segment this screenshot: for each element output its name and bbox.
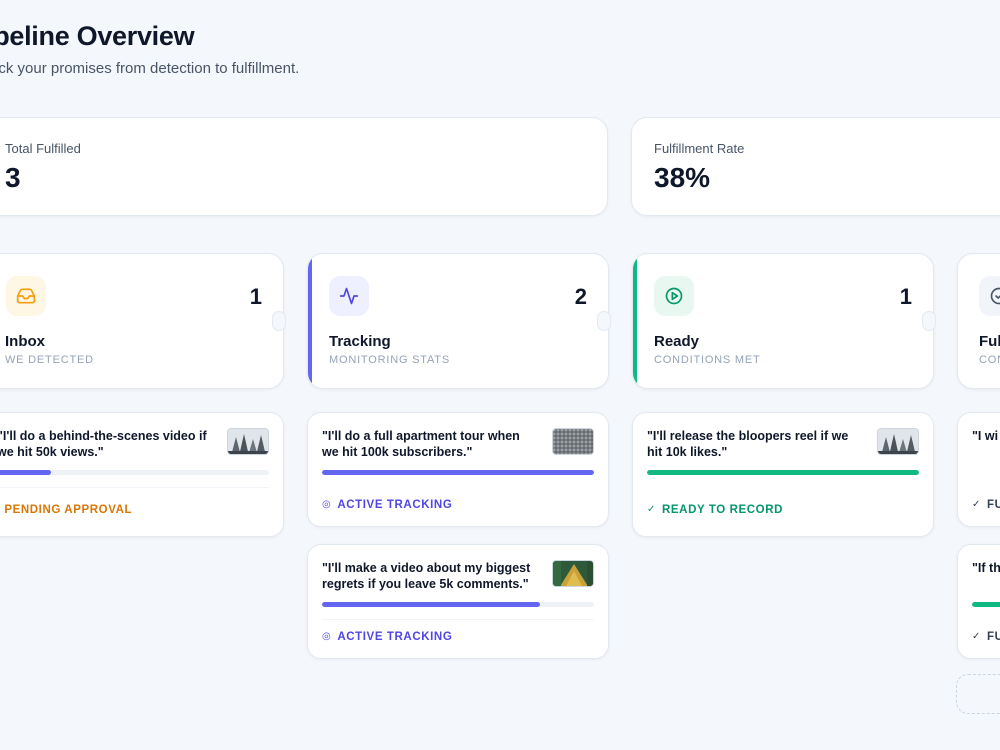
promise-card[interactable]: "I'll do a behind-the-scenes video if we… [0, 412, 284, 537]
stat-value: 38% [654, 162, 711, 193]
promise-card[interactable]: "I'll make a video about my biggest regr… [307, 544, 609, 659]
column-title: Ful [979, 333, 1000, 350]
divider [0, 487, 269, 488]
progress-fill [0, 470, 52, 475]
check-circle-icon: ✓ [647, 504, 656, 515]
status-label: READY TO RECORD [661, 504, 784, 516]
status-label: ACTIVE TRACKING [337, 499, 453, 511]
target-icon: ◎ [322, 499, 332, 510]
check-circle-icon [979, 276, 1000, 316]
status-badge: ✓ FU [972, 499, 1000, 511]
inbox-icon [6, 276, 46, 316]
stat-card-fulfillment-rate: Fulfillment Rate 38% [631, 117, 1000, 216]
add-promise-placeholder[interactable] [956, 674, 1000, 714]
column-count: 1 [249, 284, 262, 309]
activity-icon [329, 276, 369, 316]
column-subtitle: WE DETECTED [5, 354, 94, 366]
progress-bar [322, 602, 594, 607]
progress-fill [322, 470, 594, 475]
column-accent-bar [308, 254, 312, 388]
progress-bar [0, 470, 269, 475]
status-badge: ◎ ACTIVE TRACKING [322, 499, 452, 511]
column-header-tracking[interactable]: 2 Tracking MONITORING STATS [307, 253, 609, 389]
promise-card[interactable]: "If th I'll do ✓ FU [957, 544, 1000, 659]
forest-thumbnail [877, 428, 919, 455]
column-count: 1 [899, 284, 912, 309]
column-count: 2 [574, 284, 587, 309]
column-subtitle: CON [979, 354, 1000, 366]
status-badge: ◎ ACTIVE TRACKING [322, 631, 452, 643]
progress-bar [972, 602, 1000, 607]
status-badge: ✓ READY TO RECORD [647, 504, 783, 516]
column-header-fulfilled[interactable]: Ful CON [957, 253, 1000, 389]
promise-text: "I'll do a full apartment tour when we h… [322, 429, 520, 459]
column-connector [597, 311, 611, 331]
status-label: PENDING APPROVAL [4, 504, 133, 516]
column-subtitle: CONDITIONS MET [654, 354, 761, 366]
promise-card[interactable]: "I wi chall ✓ FU [957, 412, 1000, 527]
promise-text: "I'll release the bloopers reel if we hi… [647, 429, 849, 459]
promise-card[interactable]: "I'll do a full apartment tour when we h… [307, 412, 609, 527]
stat-card-total-fulfilled: Total Fulfilled 3 [0, 117, 608, 216]
promise-text: "I wi chall [972, 429, 1000, 443]
page-subtitle: ack your promises from detection to fulf… [0, 60, 300, 77]
target-icon: ◎ [322, 631, 332, 642]
column-connector [922, 311, 936, 331]
promise-card[interactable]: "I'll release the bloopers reel if we hi… [632, 412, 934, 537]
page-title: ipeline Overview [0, 21, 195, 51]
column-title: Ready [654, 333, 700, 350]
column-accent-bar [633, 254, 637, 388]
check-icon: ✓ [972, 499, 981, 510]
status-badge: ✓ FU [972, 631, 1000, 643]
column-title: Tracking [329, 333, 391, 350]
column-connector [272, 311, 286, 331]
promise-text: "I'll make a video about my biggest regr… [322, 561, 531, 591]
stat-value: 3 [5, 162, 21, 193]
progress-fill [647, 470, 919, 475]
stat-label: Fulfillment Rate [654, 141, 745, 156]
forest-thumbnail [227, 428, 269, 455]
progress-bar [647, 470, 919, 475]
status-label: FU [986, 631, 1000, 643]
stat-label: Total Fulfilled [5, 141, 81, 156]
promise-text: "I'll do a behind-the-scenes video if we… [0, 429, 207, 459]
gravel-thumbnail [552, 428, 594, 455]
play-circle-icon [654, 276, 694, 316]
promise-text: "If th I'll do [972, 561, 1000, 575]
check-icon: ✓ [972, 631, 981, 642]
progress-fill [322, 602, 540, 607]
divider [322, 619, 594, 620]
status-label: FU [986, 499, 1000, 511]
status-badge: ◷ PENDING APPROVAL [0, 504, 132, 516]
pipeline-page: ipeline Overview ack your promises from … [0, 0, 1000, 750]
autumn-thumbnail [552, 560, 594, 587]
column-header-ready[interactable]: 1 Ready CONDITIONS MET [632, 253, 934, 389]
column-header-inbox[interactable]: 1 Inbox WE DETECTED [0, 253, 284, 389]
progress-bar [322, 470, 594, 475]
progress-fill [972, 602, 1000, 607]
column-subtitle: MONITORING STATS [329, 354, 450, 366]
status-label: ACTIVE TRACKING [337, 631, 453, 643]
column-title: Inbox [5, 333, 45, 350]
